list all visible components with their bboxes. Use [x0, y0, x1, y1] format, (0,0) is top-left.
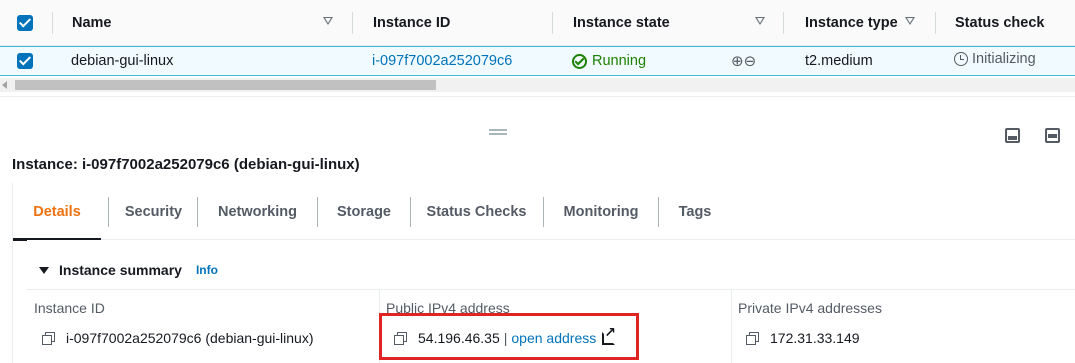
- tab-tags[interactable]: Tags: [659, 183, 731, 240]
- tab-details[interactable]: Details: [13, 183, 101, 241]
- instance-id-link[interactable]: i-097f7002a252079c6: [372, 47, 512, 75]
- instance-id-label: Instance ID: [34, 300, 105, 316]
- column-divider: [731, 290, 732, 363]
- column-header-instance-state[interactable]: Instance state: [573, 0, 670, 46]
- instance-id-field: Instance ID i-097f7002a252079c6 (debian-…: [34, 290, 374, 363]
- instance-state-label: Running: [592, 53, 647, 69]
- copy-icon[interactable]: [42, 332, 55, 345]
- column-divider: [352, 12, 353, 34]
- column-header-status-check[interactable]: Status check: [955, 0, 1044, 46]
- collapse-icon[interactable]: [1005, 128, 1020, 143]
- status-check: Initializing: [954, 45, 1036, 73]
- column-divider: [552, 12, 553, 34]
- pane-title: Instance: i-097f7002a252079c6 (debian-gu…: [12, 156, 360, 173]
- sort-icon[interactable]: [323, 17, 333, 25]
- tab-status-checks[interactable]: Status Checks: [411, 183, 542, 240]
- zoom-controls: ⊕ ⊖: [731, 47, 756, 75]
- sort-icon[interactable]: [905, 17, 915, 25]
- highlight-box: [379, 313, 639, 360]
- column-header-instance-type[interactable]: Instance type: [805, 0, 898, 46]
- info-link[interactable]: Info: [196, 263, 218, 277]
- copy-icon[interactable]: [746, 332, 759, 345]
- private-ipv4-text: 172.31.33.149: [770, 330, 860, 346]
- column-divider: [935, 12, 936, 34]
- row-checkbox[interactable]: [17, 53, 33, 69]
- instance-id-text: i-097f7002a252079c6 (debian-gui-linux): [66, 330, 314, 346]
- scrollbar-thumb[interactable]: [15, 80, 436, 90]
- tab-networking[interactable]: Networking: [198, 183, 317, 240]
- caret-down-icon[interactable]: [39, 266, 49, 274]
- instance-state: Running: [572, 47, 646, 75]
- summary-title: Instance summary: [59, 262, 182, 278]
- instance-name[interactable]: debian-gui-linux: [71, 47, 173, 75]
- private-ipv4-value: 172.31.33.149: [746, 330, 860, 346]
- zoom-in-icon[interactable]: ⊕: [731, 52, 744, 70]
- instance-id-value: i-097f7002a252079c6 (debian-gui-linux): [42, 330, 314, 346]
- select-all-checkbox[interactable]: [17, 15, 33, 31]
- status-check-label: Initializing: [972, 51, 1036, 67]
- sort-icon[interactable]: [755, 17, 765, 25]
- private-ipv4-field: Private IPv4 addresses 172.31.33.149: [738, 290, 1068, 363]
- resize-handle[interactable]: [489, 129, 507, 135]
- check-circle-icon: [572, 53, 587, 69]
- instances-table: Name Instance ID Instance state Instance…: [0, 0, 1075, 96]
- table-header: Name Instance ID Instance state Instance…: [0, 0, 1075, 46]
- tab-bar: Details Security Networking Storage Stat…: [13, 183, 1075, 241]
- zoom-out-icon[interactable]: ⊖: [744, 52, 757, 70]
- horizontal-scrollbar[interactable]: [0, 78, 1075, 92]
- summary-header[interactable]: Instance summary Info: [27, 261, 827, 279]
- table-row[interactable]: debian-gui-linux i-097f7002a252079c6 Run…: [0, 46, 1075, 76]
- tab-security[interactable]: Security: [109, 183, 198, 240]
- column-header-name[interactable]: Name: [72, 0, 112, 46]
- column-header-instance-id[interactable]: Instance ID: [373, 0, 450, 46]
- clock-icon: [954, 52, 968, 66]
- private-ipv4-label: Private IPv4 addresses: [738, 300, 882, 316]
- tab-storage[interactable]: Storage: [318, 183, 410, 240]
- instance-type: t2.medium: [805, 53, 873, 69]
- split-icon[interactable]: [1045, 128, 1060, 143]
- tab-monitoring[interactable]: Monitoring: [544, 183, 658, 240]
- scroll-left-icon[interactable]: [2, 81, 7, 89]
- column-divider: [783, 12, 784, 34]
- column-divider: [52, 12, 53, 34]
